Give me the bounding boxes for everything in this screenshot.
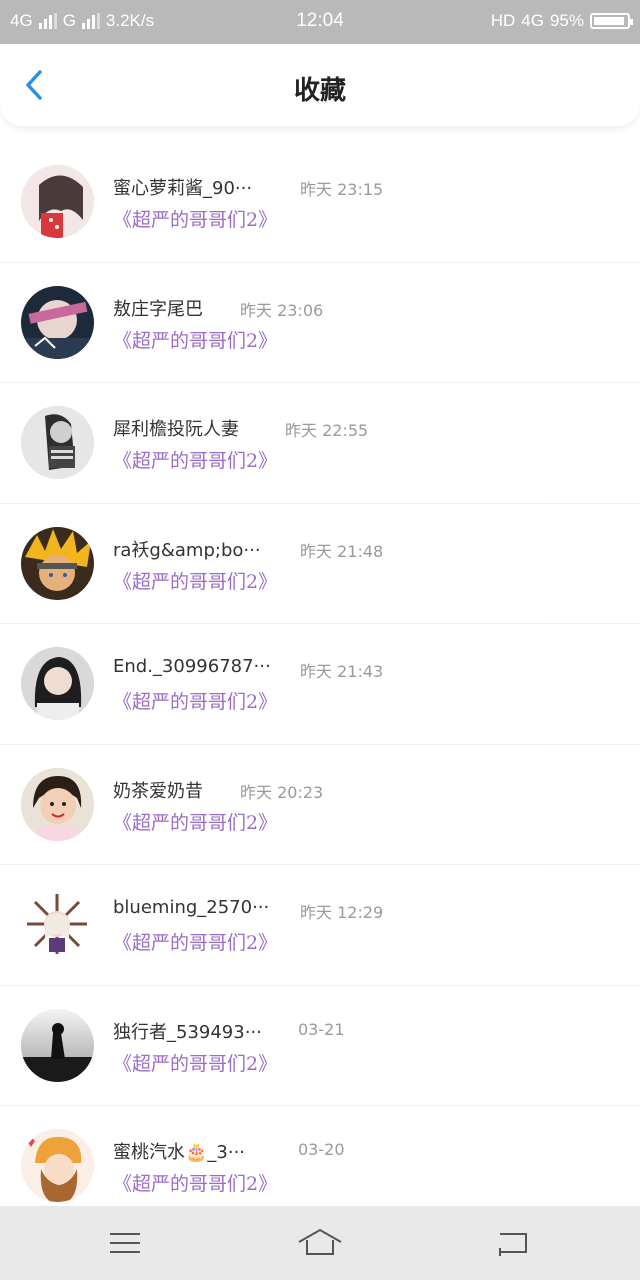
collection-title: 《超严的哥哥们2》 bbox=[113, 1052, 278, 1075]
hd-label: HD bbox=[490, 11, 516, 30]
avatar[interactable] bbox=[21, 526, 94, 600]
list-item[interactable]: 蜜心萝莉酱_90··· 昨天 23:15 《超严的哥哥们2》 bbox=[0, 142, 640, 263]
battery-icon bbox=[590, 13, 633, 29]
collection-title: 《超严的哥哥们2》 bbox=[113, 691, 278, 713]
collection-title: 《超严的哥哥们2》 bbox=[113, 209, 278, 231]
favorites-list: 蜜心萝莉酱_90··· 昨天 23:15 《超严的哥哥们2》 敖庄字尾巴 昨天 … bbox=[0, 142, 640, 1226]
list-item[interactable]: 敖庄字尾巴 昨天 23:06 《超严的哥哥们2》 bbox=[0, 263, 640, 383]
list-item[interactable]: blueming_2570··· 昨天 12:29 《超严的哥哥们2》 bbox=[0, 865, 640, 986]
menu-button[interactable] bbox=[102, 1224, 148, 1262]
timestamp: 03-20 bbox=[298, 1140, 345, 1159]
timestamp: 昨天 12:29 bbox=[300, 903, 384, 922]
user-name: 犀利檐投阮人妻 bbox=[113, 419, 239, 440]
user-name: 敖庄字尾巴 bbox=[113, 298, 203, 320]
timestamp: 昨天 23:06 bbox=[240, 300, 324, 320]
list-item[interactable]: 犀利檐投阮人妻 昨天 22:55 《超严的哥哥们2》 bbox=[0, 383, 640, 504]
list-item[interactable]: ra袄g&amp;bo··· 昨天 21:48 《超严的哥哥们2》 bbox=[0, 504, 640, 624]
user-name: End._30996787··· bbox=[113, 656, 271, 677]
list-item[interactable]: 独行者_539493··· 03-21 《超严的哥哥们2》 bbox=[0, 986, 640, 1106]
avatar[interactable] bbox=[21, 767, 94, 841]
back-arrow-icon bbox=[499, 1233, 527, 1256]
system-nav-bar bbox=[0, 1206, 640, 1280]
collection-title: 《超严的哥哥们2》 bbox=[113, 329, 278, 352]
list-item[interactable]: 奶茶爱奶昔 昨天 20:23 《超严的哥哥们2》 bbox=[0, 745, 640, 865]
timestamp: 03-21 bbox=[298, 1019, 345, 1039]
timestamp: 昨天 21:43 bbox=[300, 662, 384, 681]
app-header: 收藏 bbox=[0, 44, 640, 126]
avatar[interactable] bbox=[21, 1008, 94, 1082]
battery-percent: 95% bbox=[549, 11, 584, 30]
back-nav-button[interactable] bbox=[492, 1224, 538, 1262]
user-name: 蜜桃汽水🎂_3··· bbox=[113, 1142, 246, 1163]
avatar[interactable] bbox=[21, 165, 94, 238]
timestamp: 昨天 20:23 bbox=[240, 782, 324, 802]
home-button[interactable] bbox=[297, 1224, 343, 1262]
collection-title: 《超严的哥哥们2》 bbox=[113, 450, 278, 472]
user-name: 奶茶爱奶昔 bbox=[113, 780, 203, 802]
user-name: 独行者_539493··· bbox=[113, 1021, 262, 1043]
list-item[interactable]: End._30996787··· 昨天 21:43 《超严的哥哥们2》 bbox=[0, 624, 640, 745]
avatar[interactable] bbox=[21, 285, 94, 359]
status-right: HD 4G 95% bbox=[490, 11, 633, 31]
avatar[interactable] bbox=[21, 1129, 94, 1202]
timestamp: 昨天 23:15 bbox=[300, 180, 384, 199]
timestamp: 昨天 22:55 bbox=[285, 421, 369, 440]
home-icon bbox=[298, 1228, 342, 1255]
collection-title: 《超严的哥哥们2》 bbox=[113, 570, 278, 593]
collection-title: 《超严的哥哥们2》 bbox=[113, 932, 278, 954]
user-name: blueming_2570··· bbox=[113, 897, 270, 918]
collection-title: 《超严的哥哥们2》 bbox=[113, 811, 278, 834]
avatar[interactable] bbox=[21, 406, 94, 479]
collection-title: 《超严的哥哥们2》 bbox=[113, 1173, 278, 1195]
timestamp: 昨天 21:48 bbox=[300, 541, 384, 561]
avatar[interactable] bbox=[21, 888, 94, 961]
avatar[interactable] bbox=[21, 647, 94, 720]
page-title: 收藏 bbox=[293, 76, 346, 106]
user-name: 蜜心萝莉酱_90··· bbox=[113, 178, 253, 199]
status-bar: 4G G 3.2K/s 12:04 HD 4G 95% bbox=[0, 0, 640, 44]
menu-icon bbox=[110, 1233, 140, 1253]
user-name: ra袄g&amp;bo··· bbox=[113, 539, 261, 561]
network-type-3: 4G bbox=[521, 11, 544, 30]
